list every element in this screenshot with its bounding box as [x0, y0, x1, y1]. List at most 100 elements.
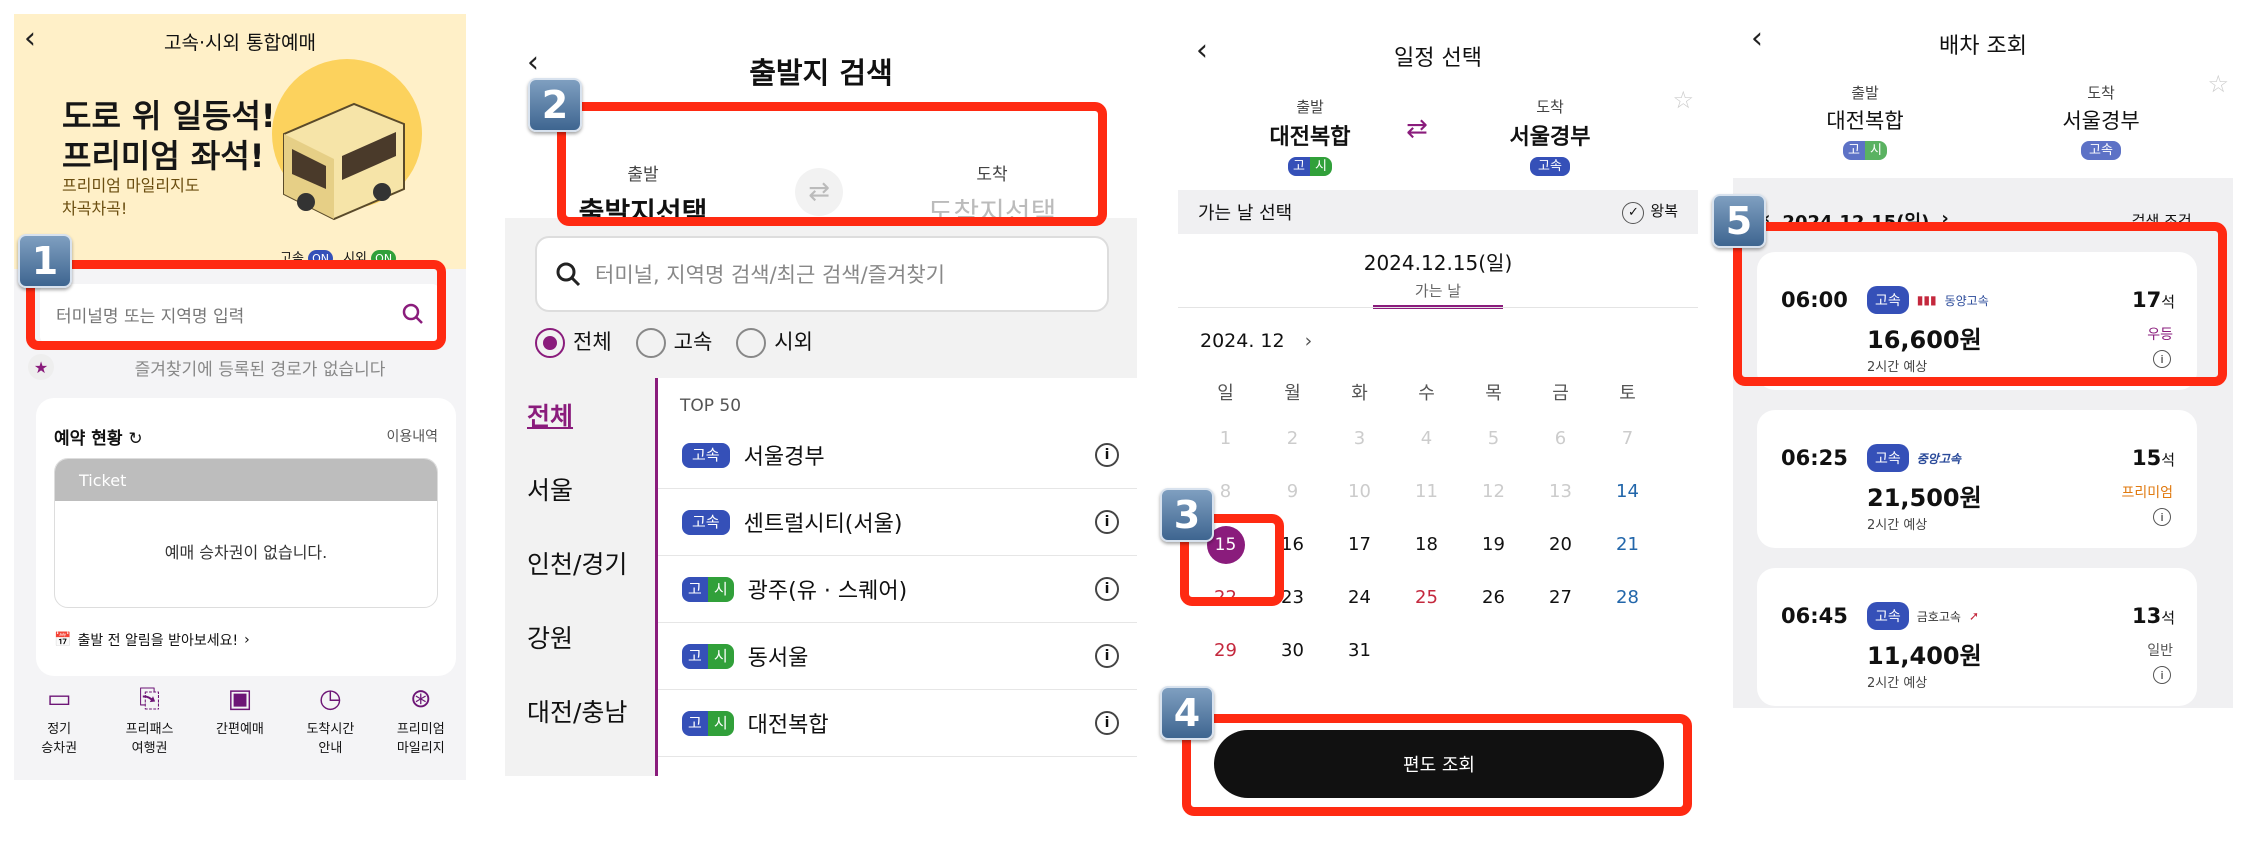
info-icon[interactable]: i	[2153, 508, 2171, 526]
calendar-day: 13	[1549, 481, 1572, 502]
calendar-day: 9	[1286, 481, 1299, 502]
selected-date-display: 2024.12.15(일) 가는 날	[1178, 247, 1698, 309]
calendar-day: 2	[1286, 428, 1299, 449]
menu-free-pass[interactable]: ⎘ 프리패스 여행권	[112, 684, 188, 756]
top-label: TOP 50	[680, 396, 742, 416]
info-icon[interactable]: i	[1095, 711, 1119, 735]
step-badge-1: 1	[18, 234, 72, 288]
no-ticket-text: 예매 승차권이 없습니다.	[164, 543, 328, 562]
calendar-day[interactable]: 14	[1594, 481, 1661, 502]
region-item[interactable]: 강원	[505, 600, 655, 674]
step-badge-4: 4	[1160, 686, 1214, 740]
arrival-value: 서울경부	[2062, 109, 2140, 133]
selected-date-sub: 가는 날	[1414, 282, 1462, 300]
ticket-icon: ▭	[46, 684, 72, 714]
promo-banner[interactable]: 고속·시외 통합예매 ‹ 도로 위 일등석! 프리미엄 좌석! 프리미엄 마일리…	[14, 14, 466, 269]
star-icon[interactable]: ★	[28, 354, 54, 380]
info-icon[interactable]: i	[1095, 577, 1119, 601]
clock-icon: ◷	[319, 684, 342, 714]
next-month-icon[interactable]: ›	[1305, 330, 1313, 352]
divider	[1178, 307, 1698, 308]
swap-icon[interactable]: ⇄	[1406, 114, 1428, 144]
calendar-alarm-icon: 📅	[54, 632, 72, 648]
terminal-row[interactable]: 고 시 대전복합 i	[658, 690, 1137, 757]
ticket-header: Ticket	[55, 459, 437, 501]
bus-grade: 일반	[2147, 643, 2173, 659]
schedule-card[interactable]: 06:45 고속 금호고속 ➚ 11,400원 2시간 예상 13석 일반 i	[1757, 568, 2197, 706]
wallet-icon: ▣	[227, 684, 253, 714]
month-nav: 2024. 12 ›	[1200, 330, 1312, 352]
calendar-day[interactable]: 31	[1326, 640, 1393, 661]
calendar-day: 1	[1219, 428, 1232, 449]
terminal-row[interactable]: 고 시 동서울 i	[658, 623, 1137, 690]
calendar-day[interactable]: 17	[1326, 534, 1393, 555]
history-link[interactable]: 이용내역	[386, 426, 438, 446]
calendar-day[interactable]: 27	[1527, 587, 1594, 608]
menu-arrival-time[interactable]: ◷ 도착시간 안내	[292, 684, 368, 756]
terminal-row[interactable]: 고속 서울경부 i	[658, 422, 1137, 489]
oneway-label: 가는 날 선택	[1198, 203, 1293, 224]
back-icon[interactable]: ‹	[24, 24, 36, 54]
region-item[interactable]: 서울	[505, 452, 655, 526]
terminal-search-input[interactable]: 터미널, 지역명 검색/최근 검색/즐겨찾기	[535, 236, 1109, 312]
bus-company-logo: 금호고속	[1916, 609, 1961, 624]
menu-quick-booking[interactable]: ▣ 간편예매	[202, 684, 278, 756]
calendar-day[interactable]: 20	[1527, 534, 1594, 555]
type-filter: 전체 고속 시외	[535, 326, 813, 358]
page-title: 배차 조회	[1939, 34, 2027, 59]
roundtrip-toggle[interactable]: ✓ 왕복	[1622, 200, 1678, 224]
week-row: 1 2 3 4 5 6 7	[1192, 412, 1662, 465]
terminal-row[interactable]: 고속 센트럴시티(서울) i	[658, 489, 1137, 556]
schedule-card[interactable]: 06:25 고속 중앙고속 21,500원 2시간 예상 15석 프리미엄 i	[1757, 410, 2197, 548]
info-icon[interactable]: i	[1095, 644, 1119, 668]
departure-alert-link[interactable]: 📅 출발 전 알림을 받아보세요! ›	[54, 630, 250, 650]
weekday-row: 일월화수목금토	[1217, 383, 1636, 404]
calendar-day[interactable]: 26	[1460, 587, 1527, 608]
bus-company-logo: 중앙고속	[1916, 451, 1961, 466]
info-icon[interactable]: i	[1095, 510, 1119, 534]
travel-time: 2시간 예상	[1867, 676, 1928, 691]
calendar-day[interactable]: 18	[1393, 534, 1460, 555]
region-item[interactable]: 인천/경기	[505, 526, 655, 600]
departure-value: 대전복합	[1826, 109, 1904, 133]
calendar-day[interactable]: 24	[1326, 587, 1393, 608]
filter-intercity[interactable]: 시외	[736, 326, 813, 358]
highlight-route	[557, 102, 1107, 226]
region-item[interactable]: 전체	[505, 378, 655, 452]
terminal-row[interactable]: 고 시 광주(유 · 스퀘어) i	[658, 556, 1137, 623]
filter-all[interactable]: 전체	[535, 326, 612, 358]
promo-line-2: 프리미엄 좌석!	[62, 137, 265, 175]
info-icon[interactable]: i	[1095, 443, 1119, 467]
menu-season-ticket[interactable]: ▭ 정기 승차권	[21, 684, 97, 756]
step-badge-2: 2	[528, 78, 582, 132]
ticket-box: Ticket 예매 승차권이 없습니다.	[54, 458, 438, 608]
step-badge-5: 5	[1712, 194, 1766, 248]
departure-value: 대전복합	[1269, 125, 1351, 150]
filter-express[interactable]: 고속	[635, 326, 712, 358]
bus-grade: 프리미엄	[2121, 485, 2173, 501]
reservation-card: 예약 현황 ↻ 이용내역 Ticket 예매 승차권이 없습니다. 📅 출발 전…	[36, 398, 456, 676]
step-badge-3: 3	[1160, 488, 1214, 542]
arrival-info: 도착 서울경부 고속	[1470, 96, 1630, 176]
favorite-star-icon[interactable]: ☆	[1672, 86, 1694, 114]
arrow-logo-icon: ➚	[1968, 609, 1979, 623]
calendar-day[interactable]: 25	[1393, 587, 1460, 608]
express-tag: 고속	[1867, 602, 1909, 630]
calendar-day[interactable]: 29	[1192, 640, 1259, 661]
calendar-day[interactable]: 28	[1594, 587, 1661, 608]
calendar-day[interactable]: 21	[1594, 534, 1661, 555]
calendar-day[interactable]: 30	[1259, 640, 1326, 661]
favorite-star-icon[interactable]: ☆	[2207, 70, 2229, 98]
terminal-list: TOP 50 고속 서울경부 i 고속 센트럴시티(서울) i 고 시 광주(유 · 스퀘어…	[655, 378, 1137, 776]
reservation-title: 예약 현황 ↻	[54, 429, 143, 449]
region-item[interactable]: 대전/충남	[505, 674, 655, 748]
mileage-icon: ⊛	[409, 684, 432, 714]
menu-premium-mileage[interactable]: ⊛ 프리미엄 마일리지	[383, 684, 459, 756]
week-row: 8 9 10 11 12 13 14	[1192, 465, 1662, 518]
calendar-day[interactable]: 19	[1460, 534, 1527, 555]
info-icon[interactable]: i	[2153, 666, 2171, 684]
page-title: 일정 선택	[1394, 46, 1482, 71]
refresh-icon[interactable]: ↻	[128, 429, 142, 449]
departure-label: 출발	[1296, 98, 1324, 116]
combined-tag: 고시	[682, 710, 734, 736]
